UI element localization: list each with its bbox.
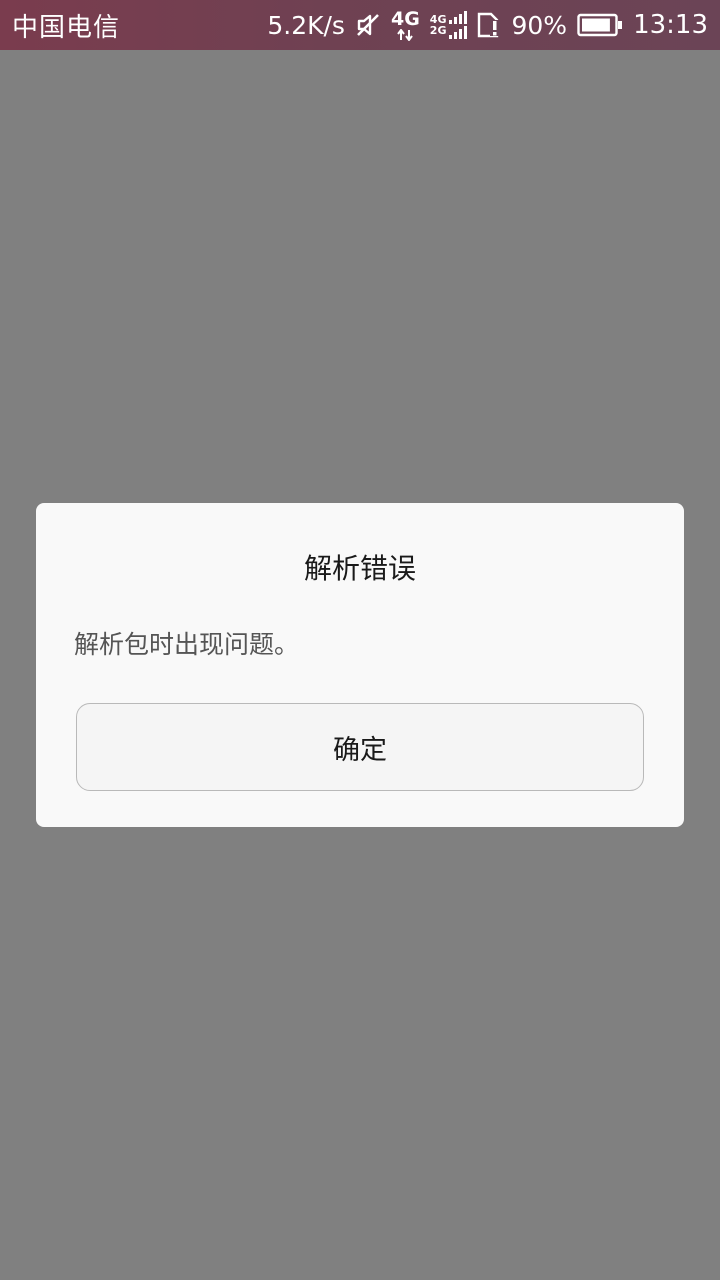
ok-button[interactable]: 确定 [76,703,644,791]
4g-label: 4G [390,7,420,30]
error-dialog: 解析错误 解析包时出现问题。 确定 [36,503,684,827]
carrier-name: 中国电信 [12,12,121,43]
screen: 中国电信 5.2K/s 4G 4G 2G 90% 13:13 解析错误 解析包时… [0,0,720,1280]
clock: 13:13 [633,10,708,40]
4g-data-icon: 4G [390,7,420,41]
dialog-title: 解析错误 [303,552,416,585]
battery-percent: 90% [511,10,568,40]
dual-signal-icon: 4G 2G [430,11,468,39]
network-speed: 5.2K/s [267,10,345,40]
status-indicators: 5.2K/s 4G 4G 2G 90% 13:13 [267,7,708,41]
sim2-network-label: 2G [429,24,447,37]
signal-network-labels: 4G 2G [430,14,447,36]
sim-alert-icon [477,12,501,38]
mute-icon [355,12,381,38]
battery-icon [577,13,623,37]
status-bar: 中国电信 5.2K/s 4G 4G 2G 90% 13:13 [0,0,720,50]
dialog-message: 解析包时出现问题。 [74,630,300,659]
